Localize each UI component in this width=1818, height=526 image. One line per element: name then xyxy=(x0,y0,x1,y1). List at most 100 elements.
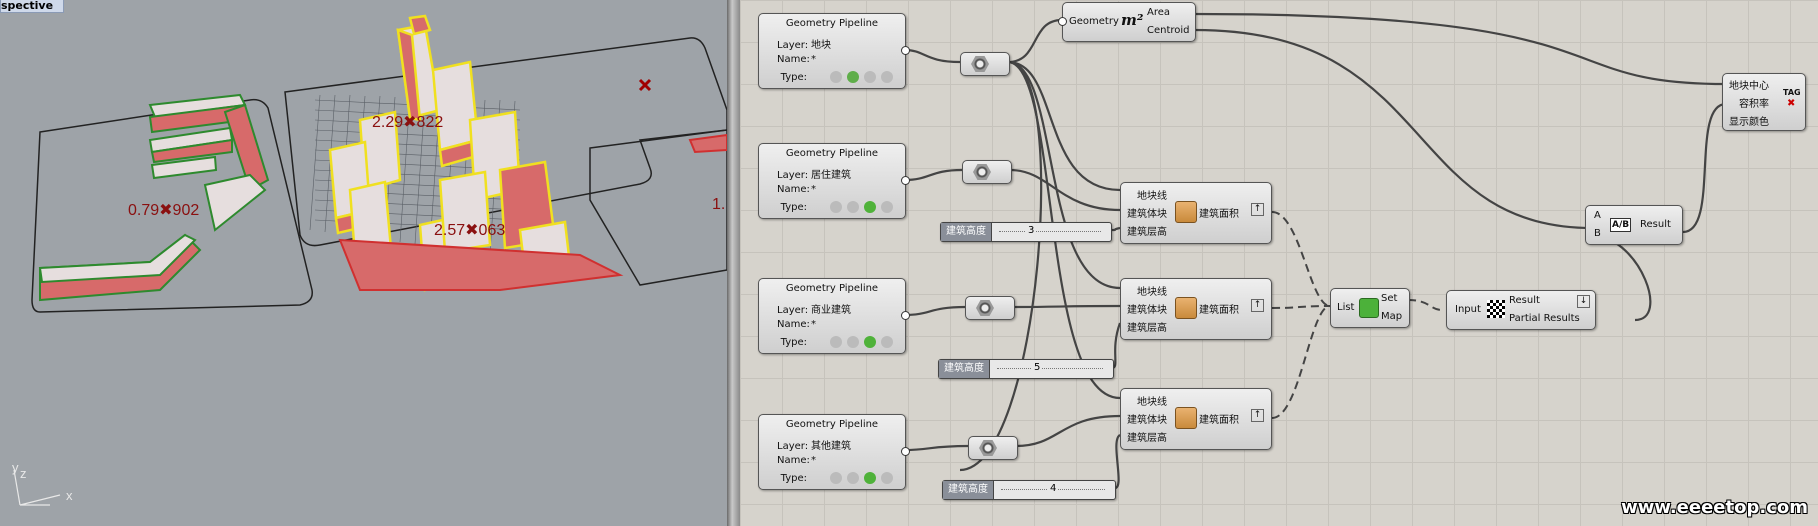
curve-icon[interactable] xyxy=(847,472,859,484)
input-label: Input xyxy=(1455,304,1481,315)
building-box-icon xyxy=(1175,201,1197,223)
input-port[interactable] xyxy=(1058,17,1067,26)
geometry-param-icon xyxy=(973,164,991,180)
geometry-param[interactable] xyxy=(968,436,1018,460)
point-icon[interactable] xyxy=(830,336,842,348)
ratio-label: 1. xyxy=(712,196,726,213)
centroid-output-label: Centroid xyxy=(1147,25,1190,36)
layer-value[interactable]: 商业建筑 xyxy=(811,305,851,316)
layer-value[interactable]: 地块 xyxy=(811,40,831,51)
building-mass-input: 建筑体块 xyxy=(1127,305,1167,316)
slider-value[interactable]: 3 xyxy=(1026,225,1037,236)
viewport-title[interactable]: spective xyxy=(0,0,65,13)
slider-value[interactable]: 4 xyxy=(1048,483,1059,494)
centroid-markers xyxy=(638,78,652,92)
type-row: Type: xyxy=(777,71,893,83)
result-output-label: Result xyxy=(1509,295,1540,306)
geometry-param[interactable] xyxy=(962,160,1012,184)
slider-label: 建筑高度 xyxy=(941,223,992,241)
set-icon xyxy=(1359,298,1379,318)
type-key: Type: xyxy=(780,202,807,213)
surface-icon[interactable] xyxy=(864,336,876,348)
surface-icon[interactable] xyxy=(864,201,876,213)
name-value[interactable]: * xyxy=(811,184,816,195)
axis-x-label: x xyxy=(66,488,73,503)
plot-line-input: 地块线 xyxy=(1137,397,1167,408)
floor-height-input: 建筑层高 xyxy=(1127,433,1167,444)
name-value[interactable]: * xyxy=(811,319,816,330)
geometry-pipeline-2[interactable]: Geometry Pipeline Layer: 居住建筑 Name:* Type… xyxy=(758,143,910,219)
slider-track[interactable] xyxy=(999,231,1101,232)
pipeline-title: Geometry Pipeline xyxy=(785,18,879,29)
slider-track[interactable] xyxy=(997,368,1103,369)
surface-icon[interactable] xyxy=(864,71,876,83)
layer-row: Layer: 居住建筑 xyxy=(777,166,851,181)
flatten-icon[interactable]: ↑ xyxy=(1251,299,1264,312)
layer-value[interactable]: 居住建筑 xyxy=(811,170,851,181)
set-output-label: Set xyxy=(1381,293,1398,304)
text-tag-component[interactable]: 地块中心 容积率 显示颜色 TAG ✖ xyxy=(1722,73,1806,131)
mass-addition-component[interactable]: Input Result Partial Results ↓ xyxy=(1446,290,1596,330)
name-value[interactable]: * xyxy=(811,54,816,65)
create-set-component[interactable]: List Set Map xyxy=(1330,288,1410,328)
name-value[interactable]: * xyxy=(811,455,816,466)
ratio-label: 2.57✖063 xyxy=(434,222,506,239)
curve-icon[interactable] xyxy=(847,201,859,213)
mass-addition-icon xyxy=(1487,300,1505,318)
geometry-param[interactable] xyxy=(965,296,1015,320)
plot-line-input: 地块线 xyxy=(1137,287,1167,298)
building-area-component-3[interactable]: 地块线 建筑体块 建筑层高 建筑面积 ↑ xyxy=(1120,388,1272,450)
layer-value[interactable]: 其他建筑 xyxy=(811,441,851,452)
curve-icon[interactable] xyxy=(847,336,859,348)
building-height-slider-1[interactable]: 建筑高度 3 xyxy=(940,222,1112,242)
rhino-perspective-viewport[interactable]: spective 0.79✖902 2.29✖822 2.57✖063 1. y… xyxy=(0,0,727,526)
floor-area-output: 建筑面积 xyxy=(1199,305,1239,316)
list-input-label: List xyxy=(1337,302,1355,313)
plot-line-input: 地块线 xyxy=(1137,191,1167,202)
building-box-icon xyxy=(1175,407,1197,429)
grasshopper-canvas[interactable]: Geometry Pipeline Layer: 地块 Name:* Type: … xyxy=(740,0,1818,526)
output-port[interactable] xyxy=(901,311,910,320)
division-component[interactable]: A B A/B Result xyxy=(1585,205,1683,245)
type-key: Type: xyxy=(780,473,807,484)
geometry-param-icon xyxy=(976,300,994,316)
geometry-param[interactable] xyxy=(960,52,1010,76)
geometry-param-icon xyxy=(971,56,989,72)
building-area-component-2[interactable]: 地块线 建筑体块 建筑层高 建筑面积 ↑ xyxy=(1120,278,1272,340)
slider-label: 建筑高度 xyxy=(939,360,990,378)
point-icon[interactable] xyxy=(830,201,842,213)
layer-key: Layer: xyxy=(777,40,809,51)
b-input-label: B xyxy=(1594,228,1601,239)
output-port[interactable] xyxy=(901,46,910,55)
area-component[interactable]: Geometry m² Area Centroid xyxy=(1058,2,1196,42)
geometry-pipeline-4[interactable]: Geometry Pipeline Layer: 其他建筑 Name:* Type… xyxy=(758,414,910,490)
geometry-pipeline-1[interactable]: Geometry Pipeline Layer: 地块 Name:* Type: xyxy=(758,13,910,89)
building-area-component-1[interactable]: 地块线 建筑体块 建筑层高 建筑面积 ↑ xyxy=(1120,182,1272,244)
mesh-icon[interactable] xyxy=(881,472,893,484)
flatten-icon[interactable]: ↑ xyxy=(1251,409,1264,422)
mesh-icon[interactable] xyxy=(881,201,893,213)
type-row: Type: xyxy=(777,472,893,484)
layer-row: Layer: 商业建筑 xyxy=(777,301,851,316)
axis-z-label: z xyxy=(20,466,27,481)
building-height-slider-3[interactable]: 建筑高度 4 xyxy=(942,480,1116,500)
geometry-pipeline-3[interactable]: Geometry Pipeline Layer: 商业建筑 Name:* Type… xyxy=(758,278,910,354)
flatten-icon[interactable]: ↓ xyxy=(1577,295,1590,308)
point-icon[interactable] xyxy=(830,71,842,83)
curve-icon[interactable] xyxy=(847,71,859,83)
flatten-icon[interactable]: ↑ xyxy=(1251,203,1264,216)
slider-value[interactable]: 5 xyxy=(1032,362,1043,373)
geometry-param-icon xyxy=(979,440,997,456)
panel-splitter[interactable] xyxy=(727,0,740,526)
building-height-slider-2[interactable]: 建筑高度 5 xyxy=(938,359,1114,379)
pipeline-title: Geometry Pipeline xyxy=(785,283,879,294)
pipeline-title: Geometry Pipeline xyxy=(785,419,879,430)
name-row: Name:* xyxy=(777,184,816,195)
name-row: Name:* xyxy=(777,455,816,466)
output-port[interactable] xyxy=(901,447,910,456)
mesh-icon[interactable] xyxy=(881,71,893,83)
output-port[interactable] xyxy=(901,176,910,185)
surface-icon[interactable] xyxy=(864,472,876,484)
mesh-icon[interactable] xyxy=(881,336,893,348)
point-icon[interactable] xyxy=(830,472,842,484)
